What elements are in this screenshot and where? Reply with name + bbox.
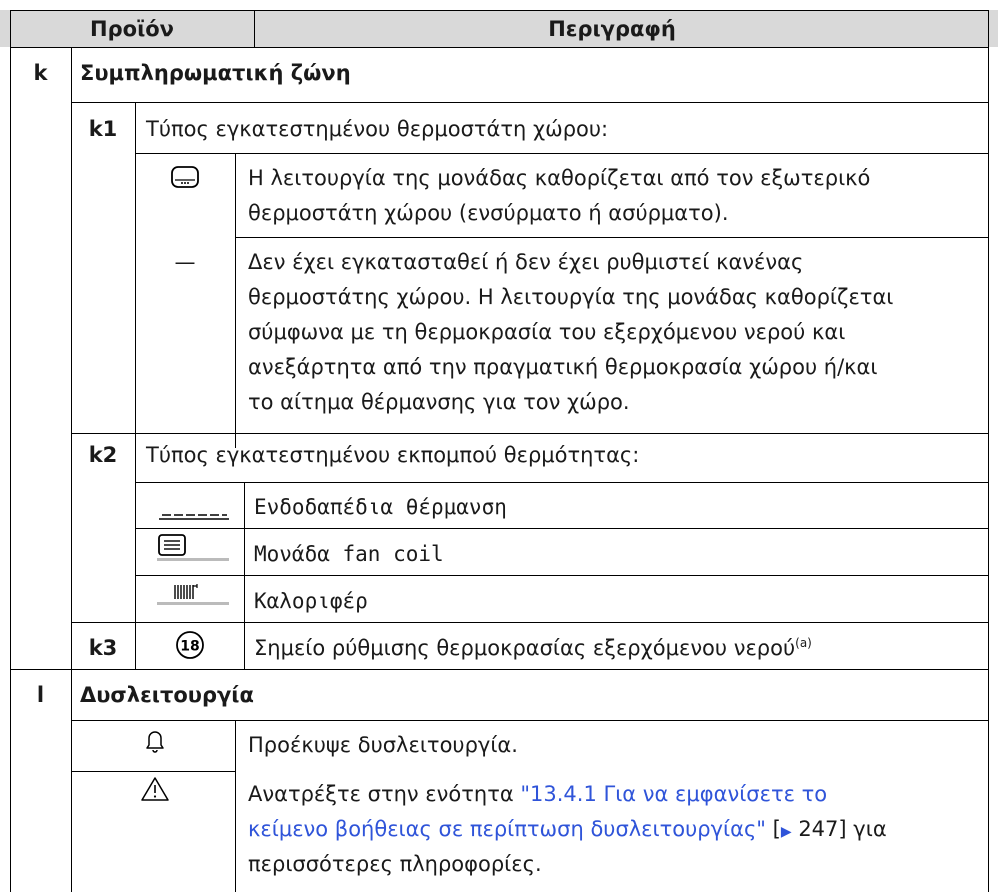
k1-label: Τύπος εγκατεστημένου θερμοστάτη χώρου: bbox=[146, 117, 609, 141]
border bbox=[988, 10, 989, 892]
border bbox=[235, 237, 989, 238]
section-l-title: Δυσλειτουργία bbox=[80, 683, 254, 707]
k1-row2-line5: το αίτημα θέρμανσης για τον χώρο. bbox=[248, 390, 630, 414]
border bbox=[71, 720, 989, 721]
svg-text:18: 18 bbox=[180, 639, 199, 655]
border bbox=[71, 669, 72, 892]
section-k-letter: k bbox=[33, 61, 48, 85]
border bbox=[135, 482, 989, 483]
k2-row2-text: Μονάδα fan coil bbox=[254, 542, 444, 566]
room-thermostat-icon bbox=[171, 166, 199, 192]
border bbox=[71, 771, 235, 772]
border bbox=[10, 47, 989, 48]
k3-code: k3 bbox=[88, 636, 118, 660]
setpoint-18-icon: 18 bbox=[174, 629, 206, 665]
k2-label: Τύπος εγκατεστημένου εκπομπού θερμότητας… bbox=[146, 443, 640, 467]
l-row2-line2: κείμενο βοήθειας σε περίπτωση δυσλειτουρ… bbox=[248, 817, 887, 841]
k1-row1-line1: Η λειτουργία της μονάδας καθορίζεται από… bbox=[248, 166, 871, 190]
warning-triangle-icon bbox=[140, 776, 170, 806]
fan-coil-icon bbox=[157, 533, 229, 567]
border bbox=[71, 433, 989, 434]
k1-row2-line2: θερμοστάτης χώρου. Η λειτουργία της μονά… bbox=[248, 285, 894, 309]
border bbox=[10, 669, 989, 670]
header-description: Περιγραφή bbox=[548, 17, 676, 41]
border bbox=[135, 528, 989, 529]
k1-row1-line2: θερμοστάτη χώρου (ενσύρματο ή ασύρματο). bbox=[248, 201, 729, 225]
k2-row3-text: Καλοριφέρ bbox=[254, 589, 368, 613]
border bbox=[135, 102, 136, 669]
page-ref[interactable]: 247 bbox=[798, 817, 838, 841]
border bbox=[235, 153, 236, 448]
k3-text: Σημείο ρύθμισης θερμοκρασίας εξερχόμενου… bbox=[254, 636, 812, 660]
k2-row1-text: Ενδοδαπέδια θέρμανση bbox=[254, 495, 507, 519]
section-k-title: Συμπληρωματική ζώνη bbox=[80, 61, 351, 85]
border bbox=[10, 10, 989, 11]
border bbox=[10, 10, 11, 892]
l-row2-line1: Ανατρέξτε στην ενότητα "13.4.1 Για να εμ… bbox=[248, 782, 828, 806]
border bbox=[235, 720, 236, 892]
border bbox=[135, 575, 989, 576]
l-row1-text: Προέκυψε δυσλειτουργία. bbox=[248, 733, 518, 757]
help-text-link[interactable]: "13.4.1 Για να εμφανίσετε το bbox=[520, 782, 827, 806]
k1-row2-line3: σύμφωνα με τη θερμοκρασία του εξερχόμενο… bbox=[248, 320, 846, 344]
footnote-marker: (a) bbox=[795, 636, 812, 650]
border bbox=[71, 102, 989, 103]
k1-row2-line4: ανεξάρτητα από την πραγματική θερμοκρασί… bbox=[248, 355, 878, 379]
header-product: Προϊόν bbox=[90, 17, 174, 41]
page-ref-arrow-icon[interactable]: ▶ bbox=[781, 824, 792, 840]
underfloor-heating-icon bbox=[159, 506, 229, 525]
k1-code: k1 bbox=[88, 117, 118, 141]
no-thermostat-dash: — bbox=[174, 250, 196, 274]
border bbox=[254, 10, 255, 47]
section-l-letter: l bbox=[36, 683, 45, 707]
k2-code: k2 bbox=[88, 443, 118, 467]
k1-row2-line1: Δεν έχει εγκατασταθεί ή δεν έχει ρυθμιστ… bbox=[248, 250, 804, 274]
help-text-link-cont[interactable]: κείμενο βοήθειας σε περίπτωση δυσλειτουρ… bbox=[248, 817, 766, 841]
radiator-icon bbox=[157, 581, 229, 611]
border bbox=[135, 153, 989, 154]
border bbox=[71, 622, 989, 623]
bell-icon bbox=[143, 727, 167, 757]
l-row2-line3: περισσότερες πληροφορίες. bbox=[248, 852, 542, 876]
